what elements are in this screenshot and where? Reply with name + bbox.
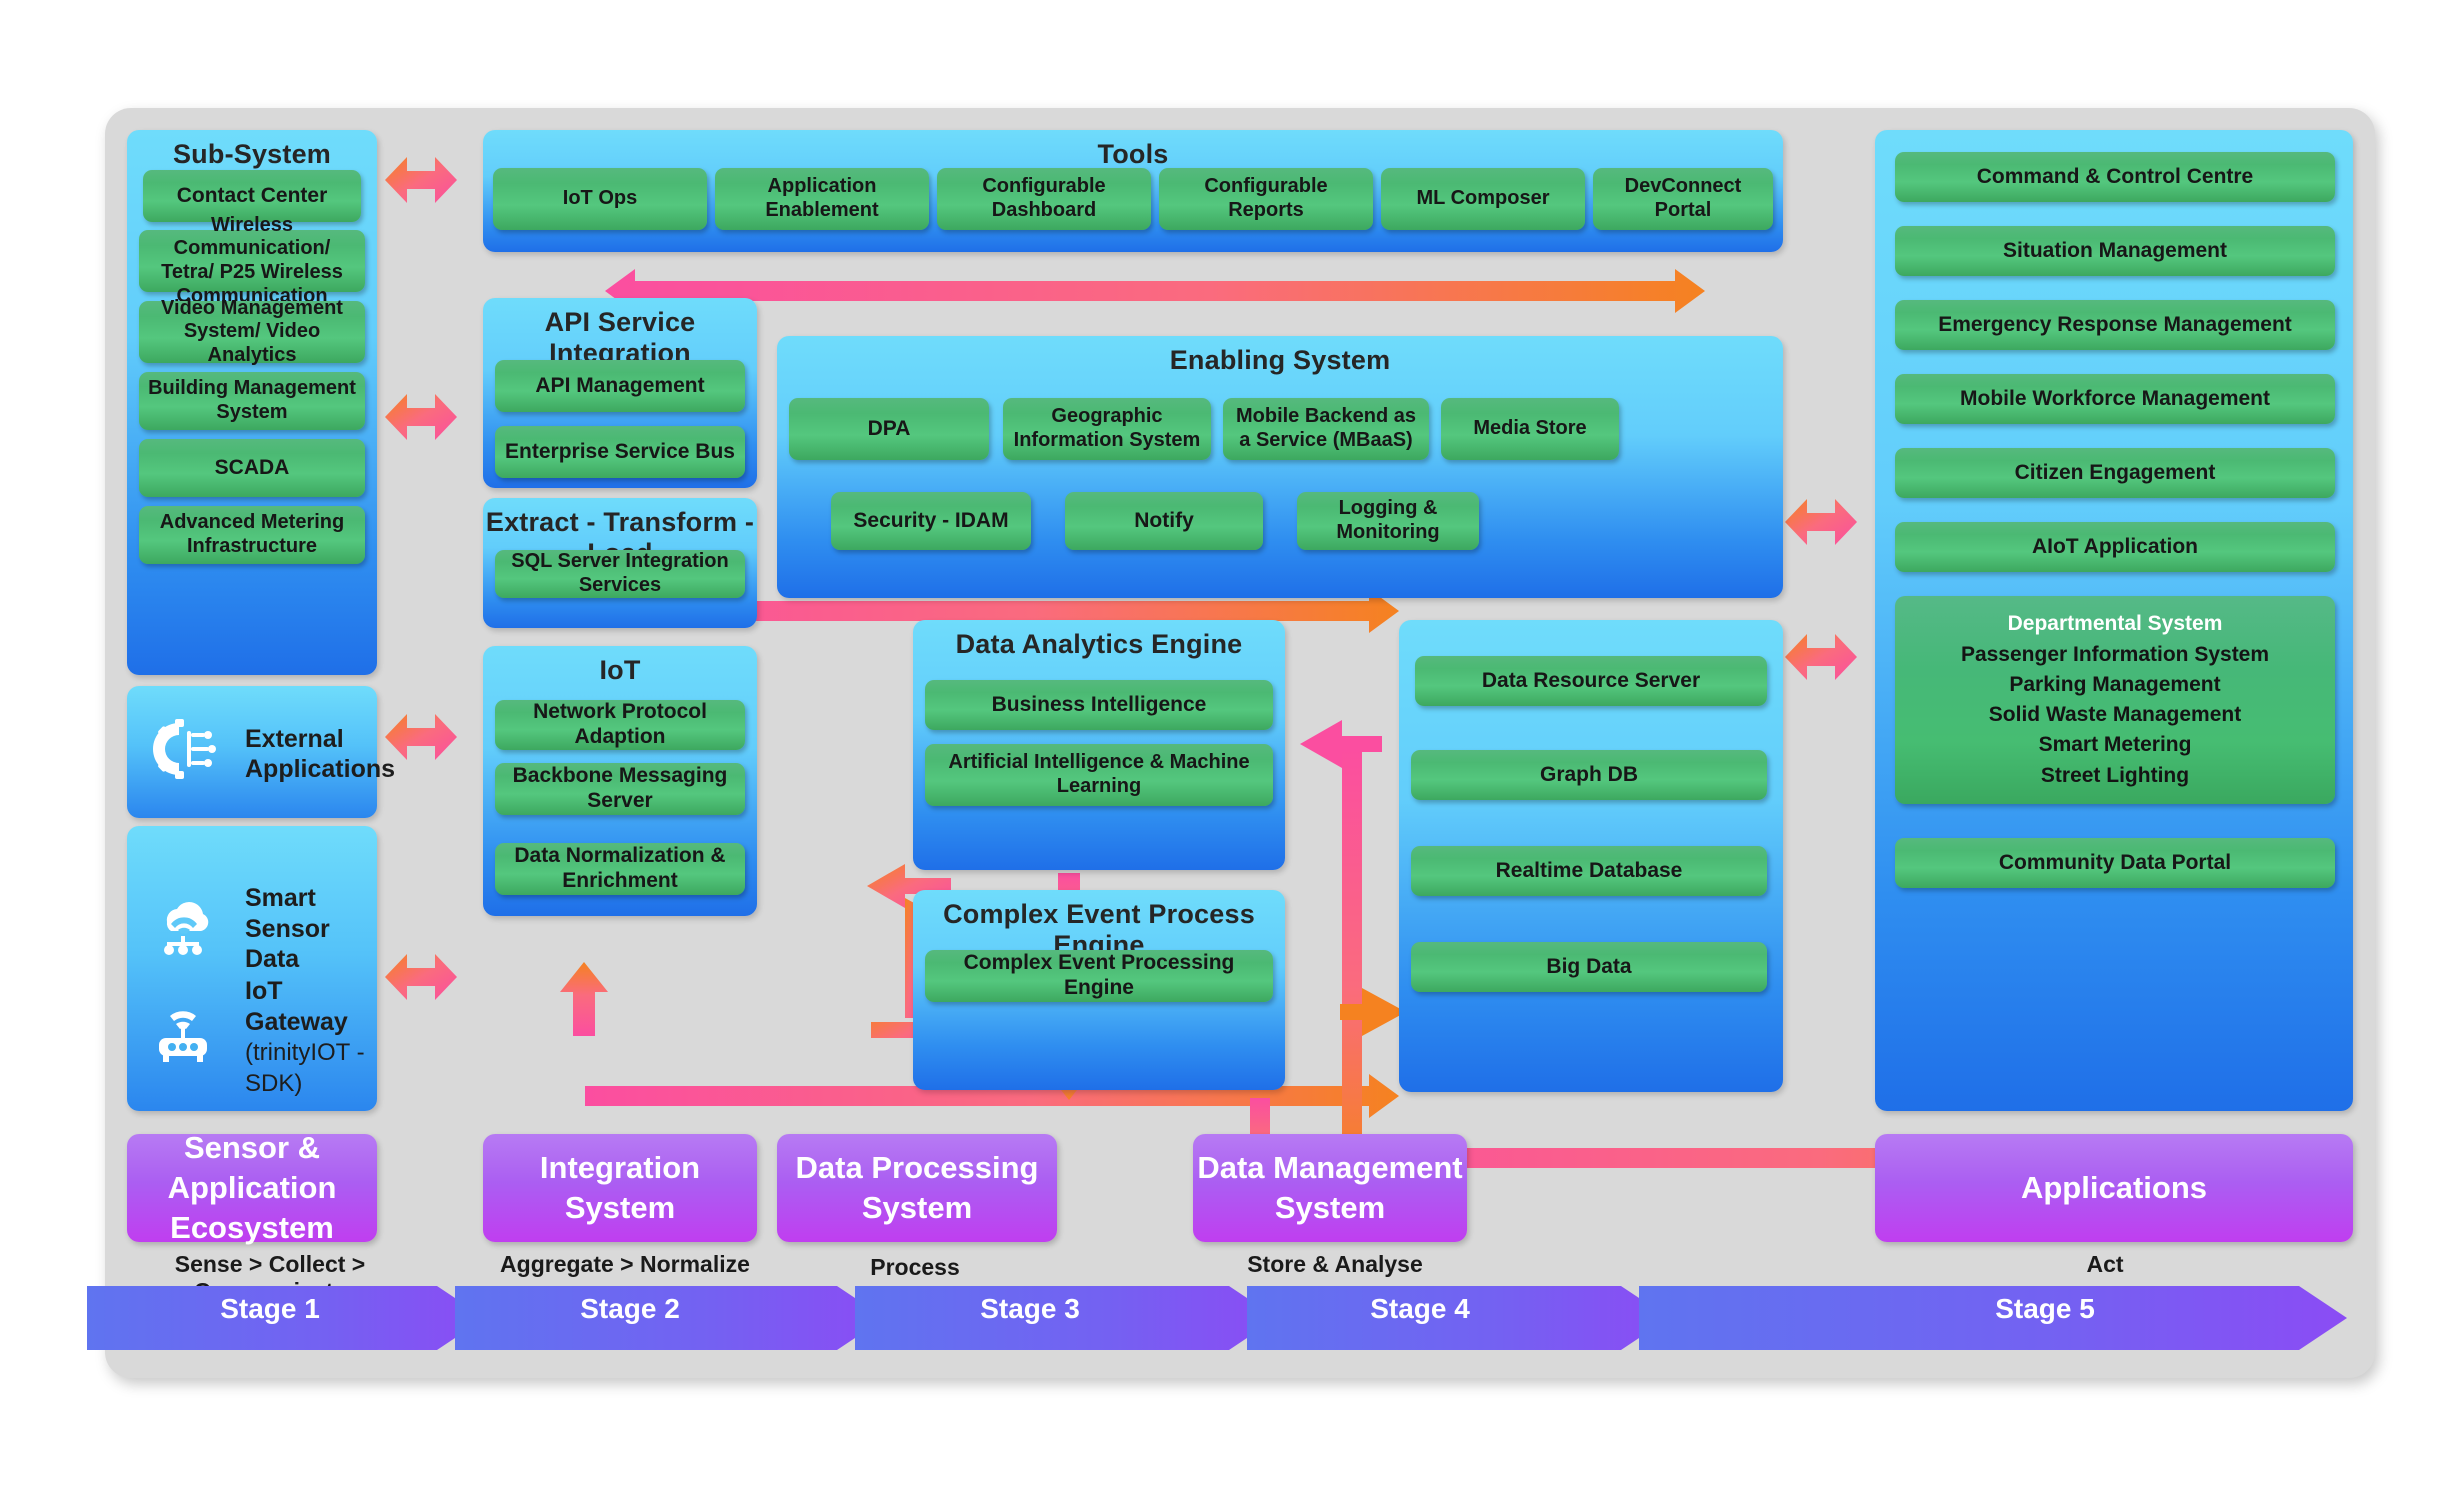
stage-label-5: Stage 5 (1995, 1293, 2095, 1324)
chip-api-management[interactable]: API Management (495, 360, 745, 412)
dept-item-parking-management: Parking Management (2009, 672, 2221, 696)
chip-ml-composer[interactable]: ML Composer (1381, 168, 1585, 230)
bidirectional-arrow-dataresource-applications (1785, 634, 1857, 680)
chip-application-enablement[interactable]: Application Enablement (715, 168, 929, 230)
stage-box-2: Integration System (483, 1134, 757, 1242)
chip-aiot-application[interactable]: AIoT Application (1895, 522, 2335, 572)
chip-configurable-dashboard[interactable]: Configurable Dashboard (937, 168, 1151, 230)
diagram-canvas: Sub-System Contact Center Wireless Commu… (87, 108, 2375, 1378)
stage-label-3: Stage 3 (980, 1293, 1080, 1324)
bidirectional-arrow-enabling-applications (1785, 499, 1857, 545)
router-wifi-icon (151, 1000, 225, 1074)
chip-command-control-centre[interactable]: Command & Control Centre (1895, 152, 2335, 202)
dept-item-street-lighting: Street Lighting (2040, 763, 2190, 787)
bidirectional-arrow-external-etl (385, 714, 457, 760)
horizontal-double-arrow-tools-level (605, 269, 1705, 313)
chip-business-intelligence[interactable]: Business Intelligence (925, 680, 1273, 730)
iot-gateway-content: IoT Gateway (trinityIOT - SDK) (151, 977, 366, 1097)
stage-caption-2: Aggregate > Normalize (500, 1251, 750, 1277)
dept-header: Departmental System (2007, 612, 2223, 636)
stage-label-2: Stage 2 (580, 1293, 680, 1324)
stage-box-3: Data Processing System (777, 1134, 1057, 1242)
chip-sql-server-integration-services[interactable]: SQL Server Integration Services (495, 550, 745, 598)
smart-sensor-label: Smart Sensor Data (245, 884, 330, 974)
chip-geographic-information-system[interactable]: Geographic Information System (1003, 398, 1211, 460)
chip-wireless-communication[interactable]: Wireless Communication/ Tetra/ P25 Wirel… (139, 214, 365, 307)
chip-emergency-response-management[interactable]: Emergency Response Management (1895, 300, 2335, 350)
smart-sensor-content: Smart Sensor Data (151, 884, 366, 974)
chip-dpa[interactable]: DPA (789, 398, 989, 460)
chip-building-management[interactable]: Building Management System (139, 372, 365, 430)
tools-title: Tools (1097, 139, 1169, 169)
stage-caption-3: Process (870, 1254, 960, 1280)
chip-realtime-database[interactable]: Realtime Database (1411, 846, 1767, 896)
chip-big-data[interactable]: Big Data (1411, 942, 1767, 992)
gear-circuit-icon (151, 717, 225, 791)
cloud-wifi-icon (151, 892, 225, 966)
chip-logging-monitoring[interactable]: Logging & Monitoring (1297, 492, 1479, 550)
stage-label-4: Stage 4 (1370, 1293, 1470, 1324)
stage-box-1: Sensor & Application Ecosystem (127, 1130, 377, 1245)
bidirectional-arrow-subsystem-tools (385, 157, 457, 203)
stage-label-1: Stage 1 (220, 1293, 320, 1324)
chip-data-normalization-enrichment[interactable]: Data Normalization & Enrichment (495, 843, 745, 895)
chip-situation-management[interactable]: Situation Management (1895, 226, 2335, 276)
enabling-system-panel: Enabling System (777, 336, 1783, 598)
chip-citizen-engagement[interactable]: Citizen Engagement (1895, 448, 2335, 498)
iot-gateway-label: IoT Gateway (trinityIOT - SDK) (245, 976, 366, 1098)
dept-item-passenger-information-system: Passenger Information System (1960, 642, 2270, 666)
external-applications-panel[interactable]: External Applications (127, 686, 395, 818)
iot-gateway-title: IoT Gateway (245, 977, 348, 1036)
departmental-system-list: Departmental System Passenger Informatio… (1895, 596, 2335, 804)
chip-notify[interactable]: Notify (1065, 492, 1263, 550)
subsystem-title: Sub-System (172, 139, 332, 169)
chip-devconnect-portal[interactable]: DevConnect Portal (1593, 168, 1773, 230)
iot-gateway-sub: (trinityIOT - SDK) (245, 1039, 365, 1097)
chip-video-management[interactable]: Video Management System/ Video Analytics (139, 297, 365, 366)
chip-mobile-backend-as-a-service[interactable]: Mobile Backend as a Service (MBaaS) (1223, 398, 1429, 460)
chip-iot-ops[interactable]: IoT Ops (493, 168, 707, 230)
chip-data-resource-server[interactable]: Data Resource Server (1415, 656, 1767, 706)
chip-complex-event-processing-engine[interactable]: Complex Event Processing Engine (925, 950, 1273, 1002)
chip-ai-ml[interactable]: Artificial Intelligence & Machine Learni… (925, 744, 1273, 806)
stage-caption-5: Act (2086, 1251, 2124, 1277)
external-applications-content: External Applications (151, 714, 395, 794)
chip-graph-db[interactable]: Graph DB (1411, 750, 1767, 800)
bidirectional-arrow-subsystem-api (385, 394, 457, 440)
stage-box-5: Applications (1875, 1134, 2353, 1242)
chip-network-protocol-adaption[interactable]: Network Protocol Adaption (495, 700, 745, 750)
chip-backbone-messaging-server[interactable]: Backbone Messaging Server (495, 763, 745, 815)
chip-scada[interactable]: SCADA (139, 439, 365, 497)
chip-enterprise-service-bus[interactable]: Enterprise Service Bus (495, 426, 745, 478)
stage-box-4: Data Management System (1193, 1134, 1467, 1242)
external-applications-label: External Applications (245, 724, 396, 784)
chip-security-idam[interactable]: Security - IDAM (831, 492, 1031, 550)
chip-community-data-portal[interactable]: Community Data Portal (1895, 838, 2335, 888)
vertical-arrow-normalization-to-backbone (560, 962, 608, 1036)
analytics-title: Data Analytics Engine (955, 629, 1243, 659)
sensor-data-panel[interactable]: Smart Sensor Data IoT Gateway (trinityIO… (127, 826, 377, 1111)
chip-advanced-metering[interactable]: Advanced Metering Infrastructure (139, 506, 365, 564)
dept-item-smart-metering: Smart Metering (2038, 733, 2192, 757)
bidirectional-arrow-sensor-iot (385, 954, 457, 1000)
iot-title: IoT (599, 655, 641, 685)
vertical-double-arrow-analytics-datamgmt (1300, 720, 1406, 1178)
stage-caption-4: Store & Analyse (1247, 1251, 1423, 1277)
chip-media-store[interactable]: Media Store (1441, 398, 1619, 460)
chip-mobile-workforce-management[interactable]: Mobile Workforce Management (1895, 374, 2335, 424)
enabling-title: Enabling System (1169, 345, 1391, 375)
chip-configurable-reports[interactable]: Configurable Reports (1159, 168, 1373, 230)
dept-item-solid-waste-management: Solid Waste Management (1988, 703, 2242, 727)
